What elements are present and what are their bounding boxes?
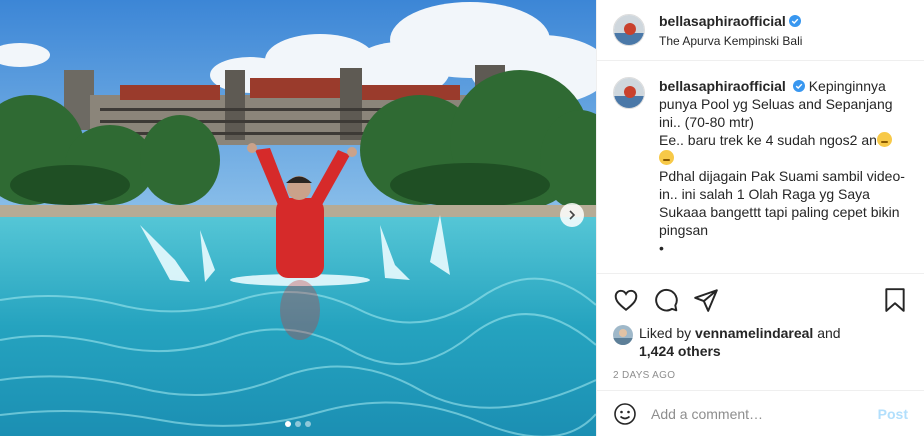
caption-username[interactable]: bellasaphiraofficial [659,78,786,94]
comments-scroll-area[interactable]: bellasaphiraofficial Kepinginnya punya P… [597,61,924,273]
post-view: bellasaphiraofficial The Apurva Kempinsk… [0,0,924,436]
post-side-panel: bellasaphiraofficial The Apurva Kempinsk… [596,0,924,436]
bookmark-icon[interactable] [882,287,908,313]
carousel-next-button[interactable] [560,203,584,227]
post-actions: Liked by vennamelindareal and 1,424 othe… [597,273,924,381]
carousel-dot [295,421,301,427]
post-header: bellasaphiraofficial The Apurva Kempinsk… [597,0,924,61]
carousel-dot [305,421,311,427]
liked-by-prefix: Liked by [639,325,692,341]
avatar[interactable] [613,14,645,46]
author-username[interactable]: bellasaphiraofficial [659,13,786,29]
post-timestamp[interactable]: 2 DAYS AGO [613,370,908,381]
pool-scene-image [0,0,596,436]
post-photo[interactable] [0,0,596,436]
liked-by-user[interactable]: vennamelindareal [695,325,813,341]
verified-badge-icon [792,80,805,92]
paper-plane-icon[interactable] [693,287,719,313]
add-comment-bar: Post [597,390,924,436]
comment-input[interactable] [651,405,878,422]
caption-text: bellasaphiraofficial Kepinginnya punya P… [659,77,908,257]
likes-summary: Liked by vennamelindareal and 1,424 othe… [613,324,908,360]
carousel-indicator [0,421,596,427]
liker-avatar[interactable] [613,325,633,345]
caption-line: Ee.. baru trek ke 4 sudah ngos2 an [659,132,877,148]
caption: bellasaphiraofficial Kepinginnya punya P… [613,77,908,257]
grinning-emoji-icon [876,132,892,147]
verified-badge-icon [788,14,801,27]
heart-icon[interactable] [613,287,639,313]
caption-line: • [659,240,664,256]
post-location[interactable]: The Apurva Kempinski Bali [659,34,802,48]
likes-others-link[interactable]: 1,424 others [639,343,721,359]
smiley-icon[interactable] [613,402,637,426]
profile-picture [614,78,644,108]
sweat-emoji-icon [659,150,674,165]
caption-avatar[interactable] [613,77,645,109]
liked-by-and: and [817,325,841,341]
profile-picture [614,15,644,45]
comment-icon[interactable] [653,287,679,313]
caption-line: Pdhal dijagain Pak Suami sambil video-in… [659,168,905,238]
post-comment-button[interactable]: Post [878,406,908,422]
profile-picture [613,325,633,345]
chevron-right-icon [569,210,576,220]
carousel-dot [285,421,291,427]
